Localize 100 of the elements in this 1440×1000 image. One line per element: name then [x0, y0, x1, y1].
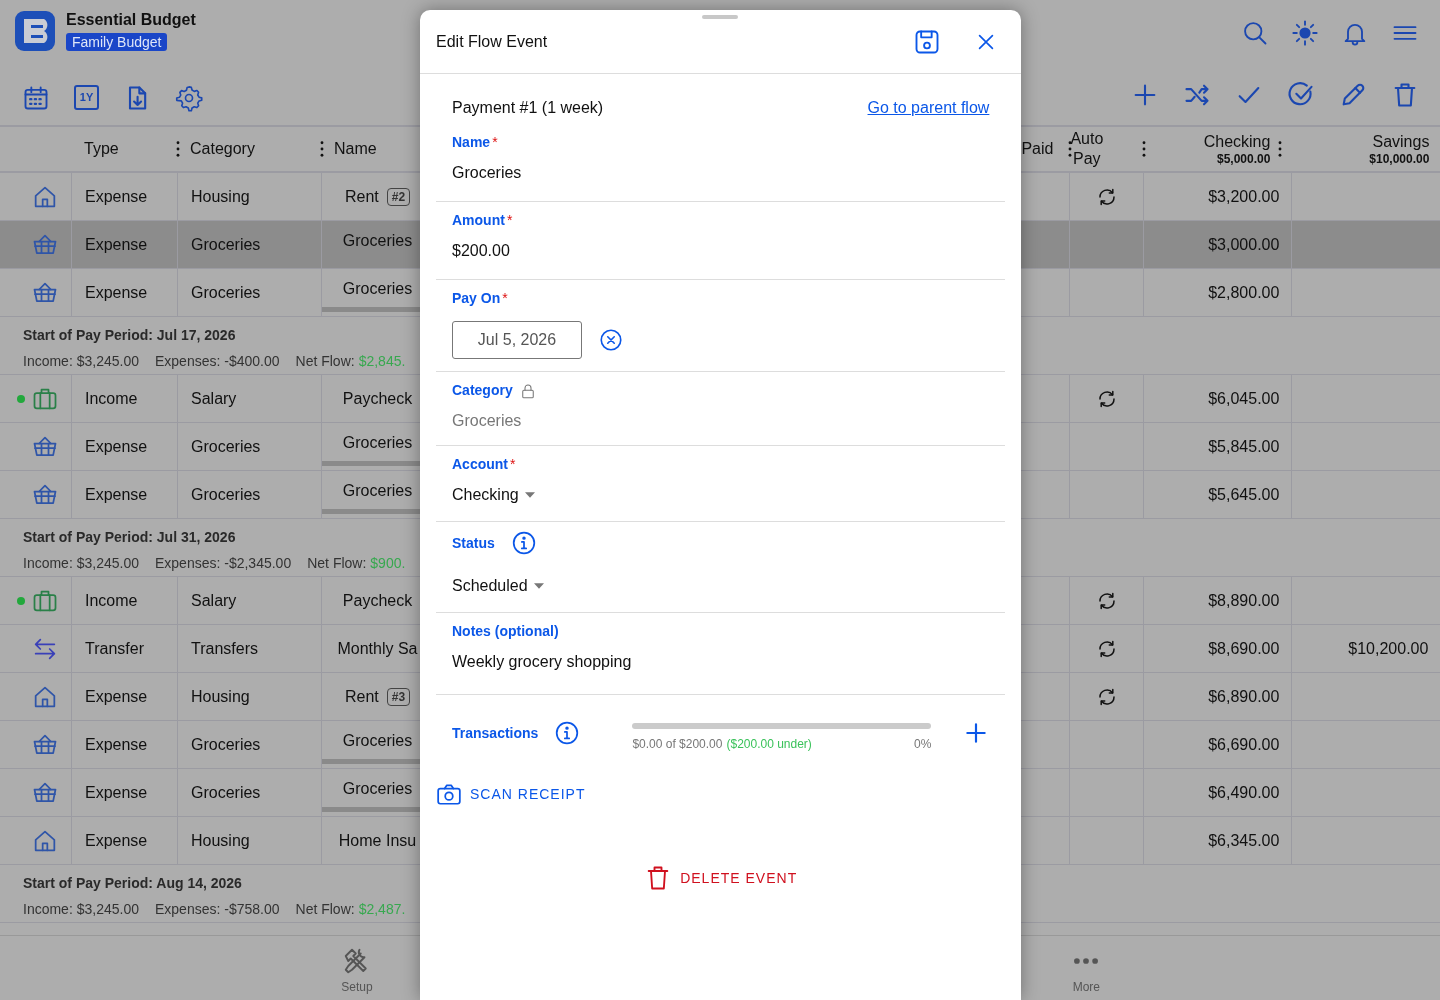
category-cell-text: Groceries [191, 234, 261, 255]
expenses-total: Expenses: -$758.00 [155, 901, 280, 917]
text-field[interactable]: $200.00 [452, 239, 990, 269]
info-button[interactable] [510, 530, 537, 556]
scan-receipt-button[interactable]: SCAN RECEIPT [436, 781, 586, 807]
transactions-label: Transactions [452, 723, 539, 743]
table-row[interactable]: Transfer Transfers Monthly Sa [0, 625, 420, 673]
column-header[interactable]: Name [334, 137, 377, 161]
column-header[interactable]: Pay [1070, 149, 1104, 169]
name-cell-text: Groceries [342, 433, 413, 453]
type-cell-text: Expense [85, 734, 148, 755]
expenses-total: Expenses: -$2,345.00 [155, 555, 292, 571]
table-row[interactable]: $6,490.00 [1021, 769, 1440, 817]
column-total: $10,000.00 [1369, 152, 1430, 166]
caret-icon [533, 583, 544, 589]
table-row[interactable]: Expense Groceries Groceries [0, 221, 420, 269]
column-header[interactable]: Type [84, 137, 119, 161]
parent-flow-link[interactable]: Go to parent flow [867, 96, 990, 120]
checking-balance: $8,690.00 [1208, 638, 1280, 659]
settings-button[interactable] [175, 83, 203, 112]
clear-date-button[interactable] [598, 327, 624, 353]
table-row[interactable]: $6,045.00 [1021, 375, 1440, 423]
date-field[interactable]: Jul 5, 2026 [452, 321, 582, 359]
table-row[interactable]: $2,800.00 [1021, 269, 1440, 317]
occurrence-tag: #3 [386, 687, 411, 706]
checking-balance: $8,890.00 [1208, 590, 1280, 611]
type-cell-text: Income [85, 590, 138, 611]
category-cell-text: Groceries [191, 734, 261, 755]
name-cell-text: Groceries [342, 779, 413, 799]
field-label: Name* [452, 133, 498, 152]
year-view-button[interactable]: 1Y [74, 85, 99, 110]
checking-balance: $5,645.00 [1208, 484, 1280, 505]
income-total: Income: $3,245.00 [23, 353, 139, 369]
type-cell-text: Transfer [85, 638, 144, 659]
category-cell-text: Groceries [191, 782, 261, 803]
table-row[interactable]: $5,645.00 [1021, 471, 1440, 519]
name-cell-text: Monthly Sa [337, 638, 418, 659]
name-cell-text: Groceries [342, 731, 413, 751]
type-cell-text: Expense [85, 484, 148, 505]
text-field[interactable]: Weekly grocery shopping [452, 650, 990, 680]
category-cell-text: Groceries [191, 282, 261, 303]
checking-balance: $6,890.00 [1208, 686, 1280, 707]
occurrence-tag: #2 [386, 187, 411, 206]
name-cell-text: Home Insu [338, 830, 417, 851]
checking-balance: $3,000.00 [1208, 234, 1280, 255]
field-label: Status [452, 533, 495, 553]
table-row[interactable]: Income Salary Paycheck [0, 375, 420, 423]
income-total: Income: $3,245.00 [23, 555, 139, 571]
category-cell-text: Housing [191, 830, 250, 851]
table-row[interactable]: $6,890.00 [1021, 673, 1440, 721]
table-row[interactable]: $6,690.00 [1021, 721, 1440, 769]
column-header[interactable]: Auto [1070, 129, 1104, 149]
type-cell-text: Expense [85, 234, 148, 255]
type-cell-text: Income [85, 388, 138, 409]
app-title: Essential Budget [66, 10, 196, 30]
field-label: Pay On* [452, 289, 508, 308]
column-header[interactable]: Paid [1021, 139, 1054, 159]
category-cell-text: Transfers [191, 638, 258, 659]
theme-button[interactable] [1291, 18, 1320, 47]
net-flow-label: Net Flow: [295, 901, 355, 917]
field-label: Account* [452, 455, 516, 474]
type-cell-text: Expense [85, 830, 148, 851]
dropdown[interactable]: Scheduled [452, 574, 544, 598]
type-cell-text: Expense [85, 186, 148, 207]
table-row[interactable]: Expense Housing Rent #3 [0, 673, 420, 721]
name-cell-text: Groceries [342, 481, 413, 501]
table-row[interactable]: Expense Housing Home Insu [0, 817, 420, 865]
type-cell-text: Expense [85, 436, 148, 457]
table-row[interactable]: $8,890.00 [1021, 577, 1440, 625]
drag-handle[interactable] [702, 15, 738, 19]
delete-event-button[interactable]: DELETE EVENT [644, 864, 798, 892]
checking-balance: $3,200.00 [1208, 186, 1280, 207]
event-subtitle: Payment #1 (1 week) [452, 98, 604, 118]
checking-balance: $6,045.00 [1208, 388, 1280, 409]
table-row[interactable]: $8,690.00 $10,200.00 [1021, 625, 1440, 673]
period-title: Start of Pay Period: Jul 17, 2026 [23, 326, 236, 345]
info-button[interactable] [554, 720, 581, 746]
camera-icon [436, 781, 462, 807]
column-header[interactable]: Checking [1203, 132, 1271, 152]
column-header[interactable]: Category [190, 137, 255, 161]
table-row[interactable]: $3,000.00 [1021, 221, 1440, 269]
text-field[interactable]: Groceries [452, 161, 990, 191]
column-total: $5,000.00 [1216, 152, 1271, 166]
column-header[interactable]: Savings [1369, 132, 1430, 152]
table-row[interactable]: $5,845.00 [1021, 423, 1440, 471]
percent-text: 0% [914, 736, 932, 753]
period-title: Start of Pay Period: Aug 14, 2026 [23, 874, 242, 893]
field-label: Category [452, 381, 513, 400]
budget-badge[interactable]: Family Budget [66, 33, 168, 51]
name-cell-text: Paycheck [342, 388, 413, 409]
name-cell-text: Rent [344, 686, 379, 707]
column-menu-icon [1278, 141, 1283, 157]
amount-summary: $0.00 of $200.00 [632, 737, 723, 751]
table-row[interactable]: Income Salary Paycheck [0, 577, 420, 625]
type-cell-text: Expense [85, 782, 148, 803]
field-label: Amount* [452, 211, 513, 230]
table-row[interactable]: $6,345.00 [1021, 817, 1440, 865]
dropdown[interactable]: Checking [452, 483, 535, 507]
locked-value: Groceries [452, 411, 523, 431]
checking-balance: $6,490.00 [1208, 782, 1280, 803]
